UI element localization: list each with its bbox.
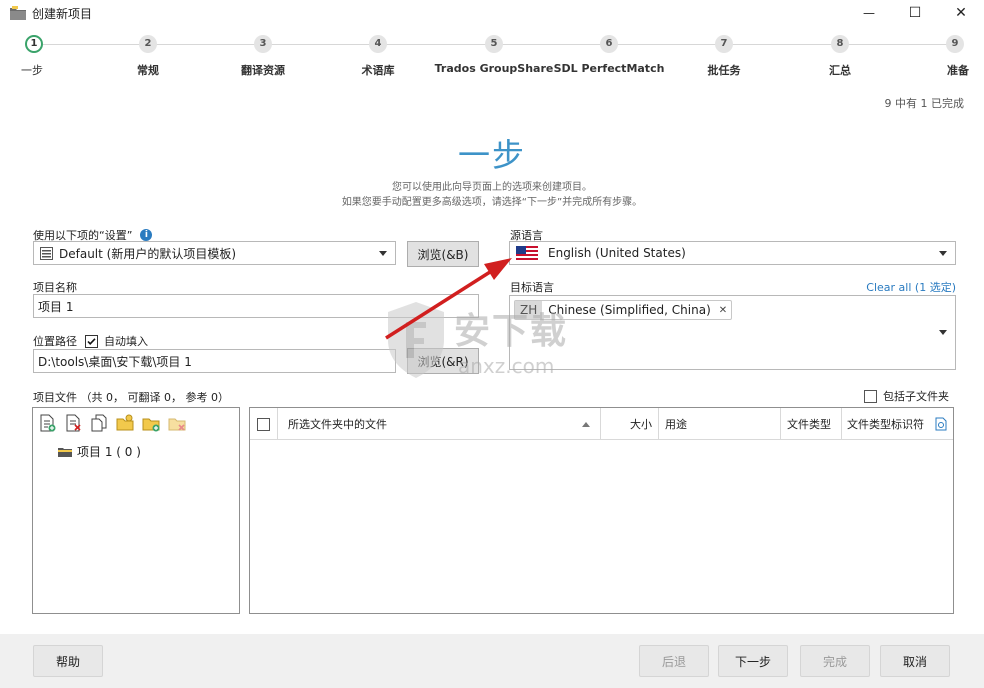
column-file-type-label: 文件类型 bbox=[787, 418, 831, 431]
checkmark-icon bbox=[87, 337, 96, 345]
minimize-button[interactable]: — bbox=[846, 0, 892, 26]
step-number: 1 bbox=[25, 35, 43, 53]
step-2[interactable]: 2 常规 bbox=[88, 35, 208, 78]
step-3[interactable]: 3 翻译资源 bbox=[203, 35, 323, 78]
column-size[interactable]: 大小 bbox=[601, 408, 659, 440]
maximize-button[interactable]: ☐ bbox=[892, 0, 938, 26]
file-toolbar bbox=[38, 414, 186, 432]
step-label: 准备 bbox=[947, 64, 969, 77]
include-subfolders-label: 包括子文件夹 bbox=[883, 390, 949, 403]
step-label: 术语库 bbox=[361, 64, 395, 77]
step-number: 7 bbox=[715, 35, 733, 53]
location-label-row: 位置路径 自动填入 bbox=[33, 333, 148, 349]
step-number: 4 bbox=[369, 35, 387, 53]
step-label: 一步 bbox=[21, 64, 43, 77]
source-language-select[interactable]: English (United States) bbox=[509, 241, 956, 265]
sort-up-icon bbox=[582, 421, 590, 427]
info-icon[interactable]: i bbox=[140, 229, 153, 241]
folder-tree-panel: 项目 1 ( 0 ) bbox=[32, 407, 240, 614]
file-list-panel: 所选文件夹中的文件 大小 用途 文件类型 文件类型标识符 bbox=[249, 407, 954, 614]
chevron-down-icon bbox=[939, 251, 947, 256]
template-icon bbox=[40, 246, 53, 260]
settings-template-select[interactable]: Default (新用户的默认项目模板) bbox=[33, 241, 396, 265]
file-list-header: 所选文件夹中的文件 大小 用途 文件类型 文件类型标识符 bbox=[250, 408, 953, 440]
column-size-label: 大小 bbox=[630, 418, 652, 431]
select-all-column bbox=[250, 408, 278, 440]
step-label: 汇总 bbox=[829, 64, 851, 77]
remove-file-icon[interactable] bbox=[64, 414, 82, 432]
step-label: 常规 bbox=[137, 64, 159, 77]
step-number: 6 bbox=[600, 35, 618, 53]
annotation-arrow-icon bbox=[385, 258, 512, 340]
column-file-type-id[interactable]: 文件类型标识符 bbox=[842, 408, 953, 440]
next-button[interactable]: 下一步 bbox=[718, 645, 788, 677]
auto-fill-checkbox[interactable] bbox=[85, 334, 98, 348]
window-title: 创建新项目 bbox=[32, 7, 93, 21]
step-number: 5 bbox=[485, 35, 503, 53]
tree-item-label: 项目 1 ( 0 ) bbox=[77, 445, 141, 459]
step-label: 翻译资源 bbox=[241, 64, 285, 77]
project-name-label: 项目名称 bbox=[33, 281, 77, 294]
add-folder-plus-icon[interactable] bbox=[142, 414, 160, 432]
column-usage-label: 用途 bbox=[665, 418, 687, 431]
step-number: 8 bbox=[831, 35, 849, 53]
select-all-checkbox[interactable] bbox=[257, 417, 270, 431]
project-files-label: 项目文件 （共 0， 可翻译 0， 参考 0） bbox=[33, 391, 229, 404]
column-usage[interactable]: 用途 bbox=[659, 408, 781, 440]
add-folder-icon[interactable] bbox=[116, 414, 134, 432]
step-7[interactable]: 7 批任务 bbox=[664, 35, 784, 78]
step-6[interactable]: 6 SDL PerfectMatch bbox=[549, 35, 669, 75]
copy-file-icon[interactable] bbox=[90, 414, 108, 432]
step-8[interactable]: 8 汇总 bbox=[780, 35, 900, 78]
remove-icon[interactable]: ✕ bbox=[719, 305, 727, 316]
title-bar: 创建新项目 — ☐ ✕ bbox=[0, 0, 984, 28]
include-subfolders-row: 包括子文件夹 bbox=[864, 388, 949, 404]
column-file-name[interactable]: 所选文件夹中的文件 bbox=[278, 408, 601, 440]
add-file-icon[interactable] bbox=[38, 414, 56, 432]
step-9[interactable]: 9 准备 bbox=[895, 35, 984, 78]
column-file-type[interactable]: 文件类型 bbox=[781, 408, 842, 440]
step-4[interactable]: 4 术语库 bbox=[318, 35, 438, 78]
step-5[interactable]: 5 Trados GroupShare bbox=[434, 35, 554, 75]
column-chooser-icon[interactable] bbox=[935, 417, 947, 431]
step-1[interactable]: 1 一步 bbox=[0, 35, 94, 78]
column-file-type-id-label: 文件类型标识符 bbox=[847, 418, 924, 431]
step-number: 3 bbox=[254, 35, 272, 53]
description-line-2: 如果您要手动配置更多高级选项，请选择“下一步”并完成所有步骤。 bbox=[341, 197, 643, 208]
step-label: Trados GroupShare bbox=[434, 62, 554, 75]
clear-all-link[interactable]: Clear all (1 选定) bbox=[866, 279, 956, 295]
minimize-icon: — bbox=[863, 6, 875, 20]
progress-text: 9 中有 1 已完成 bbox=[884, 97, 965, 110]
close-button[interactable]: ✕ bbox=[938, 0, 984, 26]
maximize-icon: ☐ bbox=[908, 5, 922, 21]
watermark-subtext: anxz.com bbox=[458, 354, 555, 378]
help-button[interactable]: 帮助 bbox=[33, 645, 103, 677]
remove-folder-icon[interactable] bbox=[168, 414, 186, 432]
location-label: 位置路径 bbox=[33, 335, 77, 348]
column-file-name-label: 所选文件夹中的文件 bbox=[288, 418, 387, 431]
settings-value: Default (新用户的默认项目模板) bbox=[59, 246, 237, 261]
cancel-button[interactable]: 取消 bbox=[880, 645, 950, 677]
step-label: SDL PerfectMatch bbox=[553, 62, 665, 75]
close-icon: ✕ bbox=[955, 5, 967, 21]
page-heading: 一步 bbox=[457, 136, 526, 174]
auto-fill-label: 自动填入 bbox=[104, 335, 148, 348]
include-subfolders-checkbox[interactable] bbox=[864, 389, 877, 403]
description-line-1: 您可以使用此向导页面上的选项来创建项目。 bbox=[392, 182, 592, 193]
step-label: 批任务 bbox=[707, 64, 741, 77]
folder-project-icon bbox=[10, 6, 26, 20]
source-language-value: English (United States) bbox=[548, 246, 686, 260]
location-path-input[interactable]: D:\tools\桌面\安下载\项目 1 bbox=[33, 349, 396, 373]
step-number: 9 bbox=[946, 35, 964, 53]
back-button[interactable]: 后退 bbox=[639, 645, 709, 677]
project-folder-icon bbox=[58, 447, 72, 457]
step-number: 2 bbox=[139, 35, 157, 53]
chevron-down-icon bbox=[939, 330, 947, 335]
finish-button[interactable]: 完成 bbox=[800, 645, 870, 677]
tree-item-project[interactable]: 项目 1 ( 0 ) bbox=[57, 443, 141, 460]
